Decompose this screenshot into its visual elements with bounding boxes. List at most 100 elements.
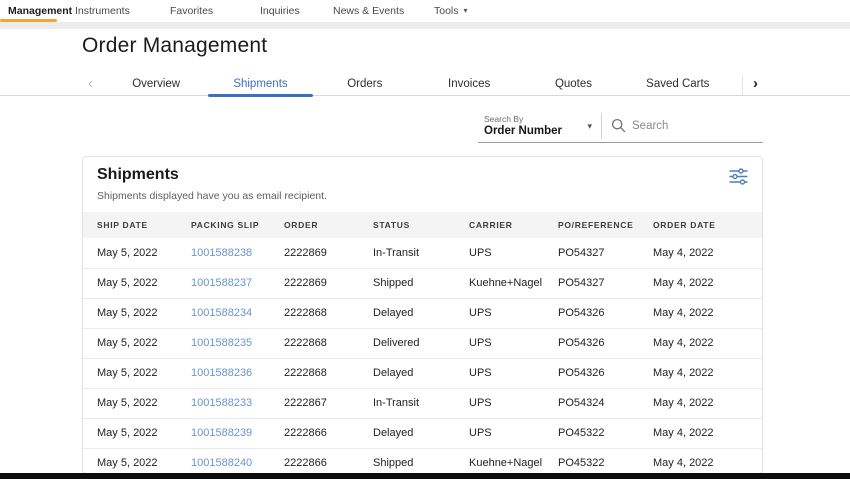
shipments-table: SHIP DATE PACKING SLIP ORDER STATUS CARR…	[83, 212, 762, 474]
packing-slip-cell: 1001588236	[177, 358, 270, 388]
order-cell: 2222866	[270, 418, 359, 448]
table-row: May 5, 2022 1001588240 2222866 Shipped K…	[83, 448, 762, 474]
order-cell: 2222868	[270, 328, 359, 358]
tab-shipments[interactable]: Shipments	[208, 74, 312, 96]
ship-date-cell: May 5, 2022	[83, 238, 177, 268]
section-subtitle: Shipments displayed have you as email re…	[97, 190, 327, 202]
bottom-screen-edge-bar	[0, 473, 850, 479]
status-cell: Delivered	[359, 328, 455, 358]
packing-slip-link[interactable]: 1001588240	[191, 457, 252, 469]
order-cell: 2222866	[270, 448, 359, 474]
po-reference-cell: PO45322	[544, 418, 639, 448]
order-cell: 2222869	[270, 268, 359, 298]
tab-invoices[interactable]: Invoices	[417, 74, 521, 96]
tabs-list: Overview Shipments Orders Invoices Quote…	[104, 74, 730, 96]
search-by-selected-value: Order Number	[484, 125, 601, 137]
packing-slip-link[interactable]: 1001588237	[191, 277, 252, 289]
order-cell: 2222869	[270, 238, 359, 268]
search-input[interactable]	[632, 120, 762, 132]
order-date-cell: May 4, 2022	[639, 268, 762, 298]
po-reference-cell: PO54326	[544, 298, 639, 328]
table-row: May 5, 2022 1001588234 2222868 Delayed U…	[83, 298, 762, 328]
table-row: May 5, 2022 1001588239 2222866 Delayed U…	[83, 418, 762, 448]
top-navigation: Management Instruments Favorites Inquiri…	[0, 0, 850, 22]
order-date-cell: May 4, 2022	[639, 298, 762, 328]
packing-slip-cell: 1001588233	[177, 388, 270, 418]
chevron-right-icon[interactable]: ›	[742, 75, 758, 95]
ship-date-cell: May 5, 2022	[83, 358, 177, 388]
table-row: May 5, 2022 1001588236 2222868 Delayed U…	[83, 358, 762, 388]
tab-quotes[interactable]: Quotes	[521, 74, 625, 96]
packing-slip-link[interactable]: 1001588238	[191, 247, 252, 259]
packing-slip-link[interactable]: 1001588233	[191, 397, 252, 409]
status-cell: Delayed	[359, 418, 455, 448]
table-row: May 5, 2022 1001588233 2222867 In-Transi…	[83, 388, 762, 418]
nav-item-news-events[interactable]: News & Events	[333, 0, 404, 22]
search-by-label: Search By	[484, 114, 601, 124]
nav-divider-band	[0, 22, 850, 29]
packing-slip-cell: 1001588235	[177, 328, 270, 358]
tab-saved-carts[interactable]: Saved Carts	[626, 74, 730, 96]
caret-down-icon: ▾	[464, 6, 468, 15]
packing-slip-cell: 1001588240	[177, 448, 270, 474]
packing-slip-link[interactable]: 1001588235	[191, 337, 252, 349]
table-row: May 5, 2022 1001588237 2222869 Shipped K…	[83, 268, 762, 298]
status-cell: In-Transit	[359, 238, 455, 268]
header-order: ORDER	[270, 212, 359, 238]
order-date-cell: May 4, 2022	[639, 418, 762, 448]
po-reference-cell: PO54327	[544, 238, 639, 268]
po-reference-cell: PO54326	[544, 358, 639, 388]
packing-slip-cell: 1001588234	[177, 298, 270, 328]
nav-item-instruments[interactable]: Instruments	[75, 0, 130, 22]
carrier-cell: UPS	[455, 298, 544, 328]
tabs-bar: ‹ Overview Shipments Orders Invoices Quo…	[0, 74, 850, 96]
packing-slip-cell: 1001588239	[177, 418, 270, 448]
tab-orders[interactable]: Orders	[313, 74, 417, 96]
status-cell: Shipped	[359, 268, 455, 298]
po-reference-cell: PO54327	[544, 268, 639, 298]
po-reference-cell: PO54326	[544, 328, 639, 358]
order-date-cell: May 4, 2022	[639, 358, 762, 388]
ship-date-cell: May 5, 2022	[83, 388, 177, 418]
packing-slip-link[interactable]: 1001588236	[191, 367, 252, 379]
carrier-cell: UPS	[455, 418, 544, 448]
ship-date-cell: May 5, 2022	[83, 328, 177, 358]
header-ship-date: SHIP DATE	[83, 212, 177, 238]
header-status: STATUS	[359, 212, 455, 238]
order-cell: 2222868	[270, 298, 359, 328]
filter-button[interactable]	[729, 168, 749, 186]
ship-date-cell: May 5, 2022	[83, 268, 177, 298]
nav-item-favorites[interactable]: Favorites	[170, 0, 213, 22]
search-icon	[611, 118, 626, 133]
table-row: May 5, 2022 1001588238 2222869 In-Transi…	[83, 238, 762, 268]
search-by-dropdown[interactable]: Search By Order Number ▾	[478, 114, 601, 137]
header-carrier: CARRIER	[455, 212, 544, 238]
search-bar: Search By Order Number ▾	[478, 109, 763, 143]
order-date-cell: May 4, 2022	[639, 238, 762, 268]
section-title: Shipments	[97, 166, 179, 184]
carrier-cell: UPS	[455, 328, 544, 358]
table-row: May 5, 2022 1001588235 2222868 Delivered…	[83, 328, 762, 358]
packing-slip-cell: 1001588237	[177, 268, 270, 298]
packing-slip-link[interactable]: 1001588234	[191, 307, 252, 319]
packing-slip-cell: 1001588238	[177, 238, 270, 268]
status-cell: In-Transit	[359, 388, 455, 418]
packing-slip-link[interactable]: 1001588239	[191, 427, 252, 439]
table-header-row: SHIP DATE PACKING SLIP ORDER STATUS CARR…	[83, 212, 762, 238]
nav-item-tools[interactable]: Tools▾	[434, 0, 468, 22]
order-cell: 2222867	[270, 388, 359, 418]
carrier-cell: Kuehne+Nagel	[455, 448, 544, 474]
shipments-card-header: Shipments Shipments displayed have you a…	[83, 157, 762, 212]
nav-item-inquiries[interactable]: Inquiries	[260, 0, 300, 22]
carrier-cell: UPS	[455, 238, 544, 268]
tab-overview[interactable]: Overview	[104, 74, 208, 96]
chevron-left-icon[interactable]: ‹	[84, 74, 97, 96]
po-reference-cell: PO45322	[544, 448, 639, 474]
header-order-date: ORDER DATE	[639, 212, 762, 238]
order-cell: 2222868	[270, 358, 359, 388]
search-box	[602, 118, 763, 133]
carrier-cell: UPS	[455, 358, 544, 388]
status-cell: Delayed	[359, 298, 455, 328]
order-date-cell: May 4, 2022	[639, 448, 762, 474]
status-cell: Delayed	[359, 358, 455, 388]
